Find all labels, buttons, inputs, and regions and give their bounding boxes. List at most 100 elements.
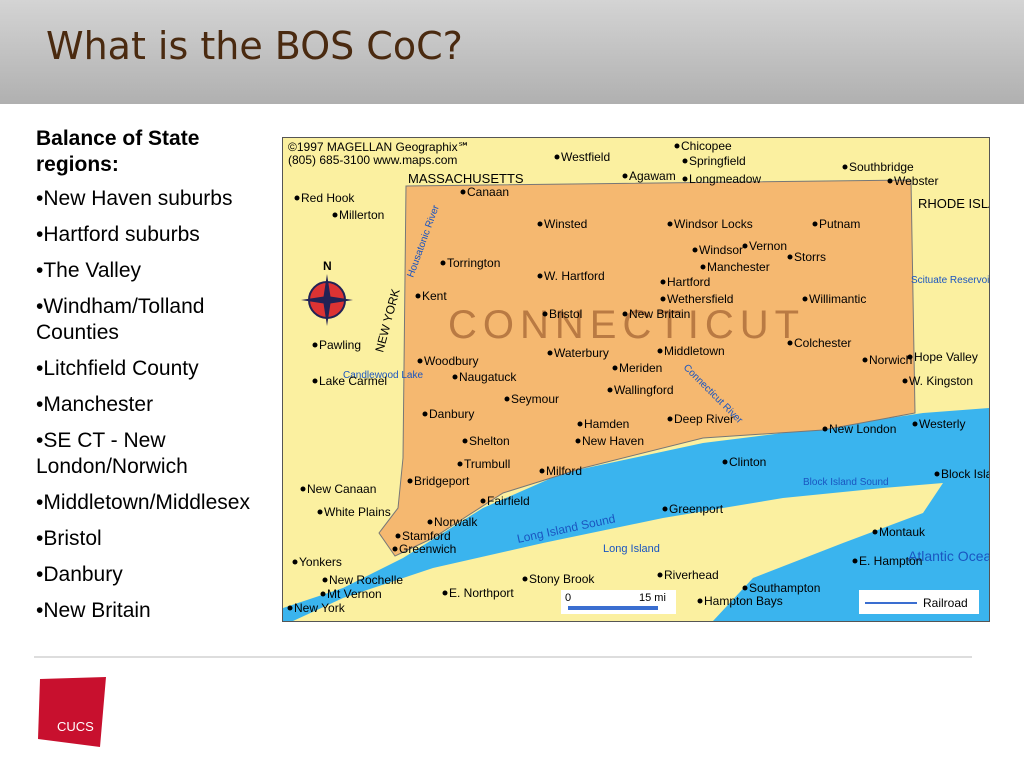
map-label: Fairfield	[487, 494, 530, 508]
map-label: Greenwich	[399, 542, 456, 556]
city-dot	[577, 421, 583, 427]
city-dot	[542, 311, 548, 317]
map-label: New York	[294, 601, 346, 615]
city-dot	[547, 350, 553, 356]
map-label: Block Island Sound	[803, 477, 889, 488]
city-dot	[912, 421, 918, 427]
city-dot	[872, 529, 878, 535]
city-dot	[322, 577, 328, 583]
city-dot	[607, 387, 613, 393]
map-label: Yonkers	[299, 555, 342, 569]
region-item: •The Valley	[36, 259, 142, 282]
map-label: Block Island	[941, 467, 989, 481]
city-dot	[504, 396, 510, 402]
city-dot	[539, 468, 545, 474]
city-dot	[660, 296, 666, 302]
map-label: Canaan	[467, 185, 509, 199]
map-label: Meriden	[619, 361, 662, 375]
city-dot	[662, 506, 668, 512]
map-label: W. Kingston	[909, 374, 973, 388]
city-dot	[537, 273, 543, 279]
slide-title: What is the BOS CoC?	[46, 24, 463, 68]
scale-start: 0	[565, 592, 571, 604]
city-dot	[842, 164, 848, 170]
map-label: Wallingford	[614, 383, 674, 397]
city-dot	[822, 426, 828, 432]
region-item: •New Haven suburbs	[36, 187, 233, 210]
city-dot	[657, 348, 663, 354]
city-dot	[440, 260, 446, 266]
map-label: Wethersfield	[667, 292, 733, 306]
slide-header: What is the BOS CoC?	[0, 0, 1024, 104]
city-dot	[742, 243, 748, 249]
map-label: White Plains	[324, 505, 391, 519]
city-dot	[415, 293, 421, 299]
city-dot	[700, 264, 706, 270]
map-label: Kent	[422, 289, 447, 303]
map-label: Long Island	[603, 543, 660, 555]
map-label: Colchester	[794, 336, 851, 350]
legend-railroad: Railroad	[923, 596, 968, 610]
city-dot	[934, 471, 940, 477]
city-dot	[452, 374, 458, 380]
city-dot	[697, 598, 703, 604]
city-dot	[667, 221, 673, 227]
city-dot	[317, 509, 323, 515]
map-label: RHODE ISLAND	[918, 196, 989, 211]
map-label: Norwalk	[434, 515, 478, 529]
city-dot	[812, 221, 818, 227]
region-item: •Windham/Tolland Counties	[36, 295, 205, 344]
map-label: Southampton	[749, 581, 820, 595]
city-dot	[300, 486, 306, 492]
map-label: Longmeadow	[689, 172, 761, 186]
map-label: Red Hook	[301, 191, 355, 205]
region-item: •Manchester	[36, 393, 154, 416]
city-dot	[622, 173, 628, 179]
map-label: Shelton	[469, 434, 510, 448]
region-item: •Bristol	[36, 527, 102, 550]
map-label: Stamford	[402, 529, 451, 543]
scale-bar: 0 15 mi	[561, 590, 676, 614]
city-dot	[392, 546, 398, 552]
map-label: Hope Valley	[914, 350, 978, 364]
city-dot	[417, 358, 423, 364]
city-dot	[667, 416, 673, 422]
map-label: Scituate Reservoir	[911, 275, 989, 286]
city-dot	[902, 378, 908, 384]
map-label: Westfield	[561, 150, 610, 164]
city-dot	[460, 189, 466, 195]
region-item: •SE CT - New London/Norwich	[36, 429, 188, 478]
city-dot	[657, 572, 663, 578]
city-dot	[294, 195, 300, 201]
map-label: Windsor	[699, 243, 743, 257]
map-label: Naugatuck	[459, 370, 517, 384]
city-dot	[395, 533, 401, 539]
region-item: •Hartford suburbs	[36, 223, 200, 246]
city-dot	[312, 378, 318, 384]
map-label: Bridgeport	[414, 474, 470, 488]
map-label: Bristol	[549, 307, 582, 321]
map-label: Chicopee	[681, 139, 732, 153]
city-dot	[692, 247, 698, 253]
map-label: Hartford	[667, 275, 710, 289]
city-dot	[787, 254, 793, 260]
map-label: Stony Brook	[529, 572, 595, 586]
map-label: Norwich	[869, 353, 912, 367]
city-dot	[287, 605, 293, 611]
map-label: Springfield	[689, 154, 746, 168]
map-label: Manchester	[707, 260, 770, 274]
map-label: Deep River	[674, 412, 734, 426]
map-label: Millerton	[339, 208, 384, 222]
city-dot	[462, 438, 468, 444]
city-dot	[422, 411, 428, 417]
compass-north-label: N	[323, 259, 332, 273]
map-label: Putnam	[819, 217, 860, 231]
city-dot	[862, 357, 868, 363]
city-dot	[332, 212, 338, 218]
city-dot	[554, 154, 560, 160]
city-dot	[802, 296, 808, 302]
map-label: Mt Vernon	[327, 587, 382, 601]
map-label: Clinton	[729, 455, 766, 469]
map-label: Southbridge	[849, 160, 914, 174]
city-dot	[612, 365, 618, 371]
